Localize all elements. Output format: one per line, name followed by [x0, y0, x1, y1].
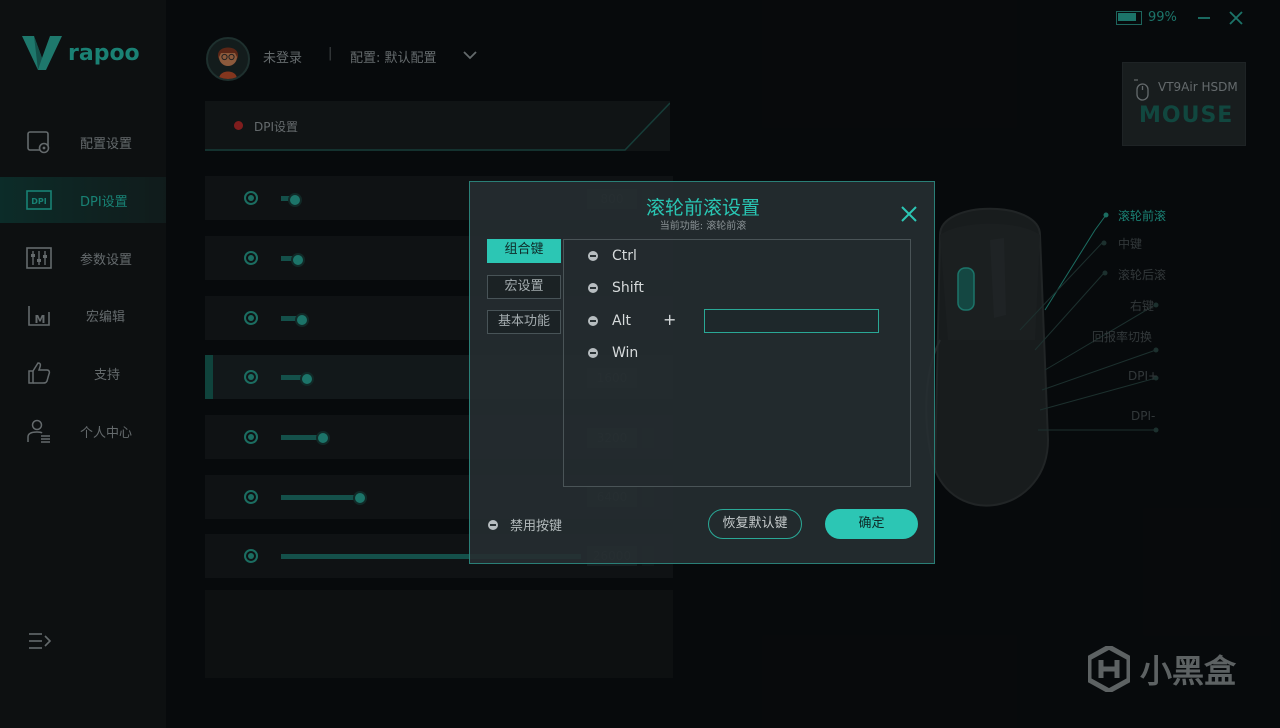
dialog-title: 滚轮前滚设置 — [645, 197, 760, 219]
modifier-label: Shift — [612, 280, 644, 296]
alt-checkbox[interactable] — [588, 316, 598, 326]
modifier-ctrl[interactable]: Ctrl — [588, 246, 637, 266]
shift-checkbox[interactable] — [588, 283, 598, 293]
modifier-shift[interactable]: Shift — [588, 278, 644, 298]
win-checkbox[interactable] — [588, 348, 598, 358]
tab-combo-keys[interactable]: 组合键 — [487, 239, 561, 263]
disable-key-option[interactable]: 禁用按键 — [488, 515, 562, 534]
plus-sign: + — [663, 310, 677, 329]
disable-key-label: 禁用按键 — [510, 519, 563, 534]
confirm-button[interactable]: 确定 — [825, 509, 918, 539]
ctrl-checkbox[interactable] — [588, 251, 598, 261]
dialog-subtitle: 当前功能: 滚轮前滚 — [659, 221, 747, 232]
key-input[interactable] — [704, 309, 879, 333]
modifier-win[interactable]: Win — [588, 343, 638, 363]
disable-key-checkbox[interactable] — [488, 519, 498, 530]
scroll-up-settings-dialog: 滚轮前滚设置 当前功能: 滚轮前滚 组合键 宏设置 基本功能 Ctrl Shif… — [469, 181, 935, 564]
tab-basic-function[interactable]: 基本功能 — [487, 310, 561, 334]
restore-default-button[interactable]: 恢复默认键 — [708, 509, 802, 539]
modifier-alt[interactable]: Alt — [588, 311, 631, 331]
tab-macro[interactable]: 宏设置 — [487, 275, 561, 299]
modifier-label: Ctrl — [612, 248, 637, 264]
modifier-label: Alt — [612, 313, 631, 329]
modifier-label: Win — [612, 345, 639, 361]
combo-keys-panel: Ctrl Shift Alt Win — [563, 239, 911, 487]
close-icon[interactable] — [900, 205, 918, 223]
